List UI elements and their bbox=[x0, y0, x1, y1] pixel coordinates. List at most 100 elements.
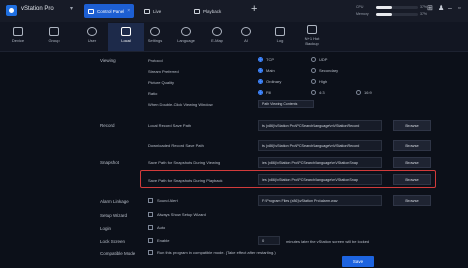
close-icon[interactable]: × bbox=[127, 8, 130, 14]
radio-label: 4:3 bbox=[319, 90, 325, 95]
tool-label: AI bbox=[244, 38, 248, 43]
radio-dot-icon bbox=[356, 90, 361, 95]
radio-high[interactable]: High bbox=[311, 79, 327, 84]
globe-icon bbox=[181, 27, 191, 36]
minimize-icon[interactable]: – bbox=[448, 5, 452, 12]
compatible-mode-checkbox[interactable]: Run this program in compatible mode. (Ta… bbox=[148, 250, 276, 255]
browse-button[interactable]: Browse bbox=[393, 140, 431, 151]
app-logo-icon bbox=[6, 5, 17, 16]
app-menu-chevron-icon[interactable]: ▾ bbox=[70, 5, 73, 12]
checkbox-label: Auto bbox=[157, 225, 166, 230]
user-icon[interactable]: ♟ bbox=[438, 5, 444, 12]
toolbar-group[interactable]: Group bbox=[36, 23, 72, 51]
radio-label: Ordinary bbox=[266, 79, 282, 84]
radio-dot-icon bbox=[311, 79, 316, 84]
radio-dot-icon bbox=[311, 57, 316, 62]
folder-icon bbox=[49, 27, 59, 36]
tool-label: User bbox=[87, 38, 97, 43]
checkbox-label: Enable bbox=[157, 238, 170, 243]
snapshot-playback-label: Save Path for Snapshots During Playback bbox=[148, 178, 223, 183]
radio-label: 16:9 bbox=[364, 90, 372, 95]
radio-16-9[interactable]: 16:9 bbox=[356, 90, 372, 95]
section-lock-screen: Lock Screen bbox=[100, 239, 126, 244]
memory-value: 37% bbox=[420, 12, 428, 16]
ai-icon bbox=[241, 27, 251, 36]
layout-icon[interactable]: ⊞ bbox=[427, 5, 433, 12]
radio-dot-icon bbox=[258, 90, 263, 95]
browse-button[interactable]: Browse bbox=[393, 120, 431, 131]
map-pin-icon bbox=[212, 27, 222, 36]
section-snapshot: Snapshot bbox=[100, 160, 120, 165]
sound-file-field[interactable]: F:\Program Files (x86)\vStation Pro\alar… bbox=[258, 195, 382, 206]
tab-playback[interactable]: Playback bbox=[190, 4, 225, 18]
radio-label: UDP bbox=[319, 57, 328, 62]
section-login: Login bbox=[100, 226, 112, 231]
wrench-icon bbox=[121, 27, 131, 36]
section-record: Record bbox=[100, 123, 115, 128]
checkbox-label: Always Show Setup Wizard bbox=[157, 212, 206, 217]
cpu-label: CPU bbox=[356, 5, 364, 9]
radio-4-3[interactable]: 4:3 bbox=[311, 90, 325, 95]
protocol-label: Protocol bbox=[148, 58, 163, 63]
cpu-meter bbox=[376, 6, 418, 9]
radio-label: Fill bbox=[266, 90, 272, 95]
local-record-path-field[interactable]: ts (x86)\vStation Pro\PCSearch\language\… bbox=[258, 120, 382, 131]
restore-icon[interactable]: ▫ bbox=[458, 5, 460, 12]
sound-alert-checkbox[interactable]: Sound Alert bbox=[148, 198, 178, 203]
memory-meter bbox=[376, 13, 418, 16]
radio-label: High bbox=[319, 79, 328, 84]
toolbar-log[interactable]: Log bbox=[262, 23, 298, 51]
browse-button[interactable]: Browse bbox=[393, 157, 431, 168]
radio-ordinary[interactable]: Ordinary bbox=[258, 79, 281, 84]
log-icon bbox=[275, 27, 285, 36]
radio-dot-icon bbox=[258, 68, 263, 73]
radio-secondary[interactable]: Secondary bbox=[311, 68, 338, 73]
lock-screen-checkbox[interactable]: Enable bbox=[148, 238, 169, 243]
checkbox-label: Run this program in compatible mode. (Ta… bbox=[157, 250, 276, 255]
main-toolbar: Device Group User Local Settings Languag… bbox=[0, 22, 468, 52]
backup-icon bbox=[307, 25, 317, 34]
section-compatible-mode: Compatible Mode bbox=[100, 251, 136, 256]
radio-main[interactable]: Main bbox=[258, 68, 275, 73]
user-icon bbox=[87, 27, 97, 36]
tool-label-2: Backup bbox=[305, 41, 319, 46]
browse-button[interactable]: Browse bbox=[393, 174, 431, 185]
tab-live[interactable]: Live bbox=[140, 4, 165, 18]
downloaded-record-label: Downloaded Record Save Path bbox=[148, 143, 204, 148]
radio-tcp[interactable]: TCP bbox=[258, 57, 274, 62]
toolbar-ai[interactable]: AI bbox=[228, 23, 264, 51]
radio-label: Secondary bbox=[319, 68, 339, 73]
tab-control-panel[interactable]: Control Panel × bbox=[84, 4, 135, 18]
stream-label: Stream Preferred bbox=[148, 69, 179, 74]
playback-icon bbox=[194, 8, 200, 14]
live-icon bbox=[144, 8, 150, 14]
dblclick-select[interactable]: Path Viewing Contents bbox=[258, 100, 314, 108]
dblclick-label: When Double-Click Viewing Window bbox=[148, 102, 213, 107]
checkbox-icon bbox=[148, 238, 153, 243]
radio-udp[interactable]: UDP bbox=[311, 57, 327, 62]
lock-minutes-input[interactable]: 0 bbox=[258, 236, 280, 245]
snapshot-viewing-path-field[interactable]: ies (x86)\vStation Pro\PCSearch\language… bbox=[258, 157, 382, 168]
gear-icon bbox=[150, 27, 160, 36]
control-panel-icon bbox=[88, 8, 94, 14]
section-alarm-linkage: Alarm Linkage bbox=[100, 199, 129, 204]
toolbar-backup[interactable]: N+1 Hot Backup bbox=[294, 23, 330, 51]
snapshot-playback-path-field[interactable]: ies (x86)\vStation Pro\PCSearch\language… bbox=[258, 174, 382, 185]
downloaded-record-path-field[interactable]: ts (x86)\vStation Pro\PCSearch\language\… bbox=[258, 140, 382, 151]
tool-label: Log bbox=[276, 38, 284, 43]
ratio-label: Ratio bbox=[148, 91, 158, 96]
save-button[interactable]: Save bbox=[342, 256, 374, 267]
radio-fill[interactable]: Fill bbox=[258, 90, 271, 95]
browse-button[interactable]: Browse bbox=[393, 195, 431, 206]
local-settings-panel: Viewing Protocol TCP UDP Stream Preferre… bbox=[0, 52, 468, 268]
lock-note: minutes later the vStation screen will b… bbox=[286, 239, 370, 244]
toolbar-user[interactable]: User bbox=[74, 23, 110, 51]
section-viewing: Viewing bbox=[100, 58, 116, 63]
auto-login-checkbox[interactable]: Auto bbox=[148, 225, 165, 230]
add-tab-button[interactable]: + bbox=[251, 3, 257, 15]
checkbox-label: Sound Alert bbox=[157, 198, 178, 203]
setup-wizard-checkbox[interactable]: Always Show Setup Wizard bbox=[148, 212, 206, 217]
checkbox-icon bbox=[148, 225, 153, 230]
toolbar-device[interactable]: Device bbox=[0, 23, 36, 51]
monitor-icon bbox=[13, 27, 23, 36]
